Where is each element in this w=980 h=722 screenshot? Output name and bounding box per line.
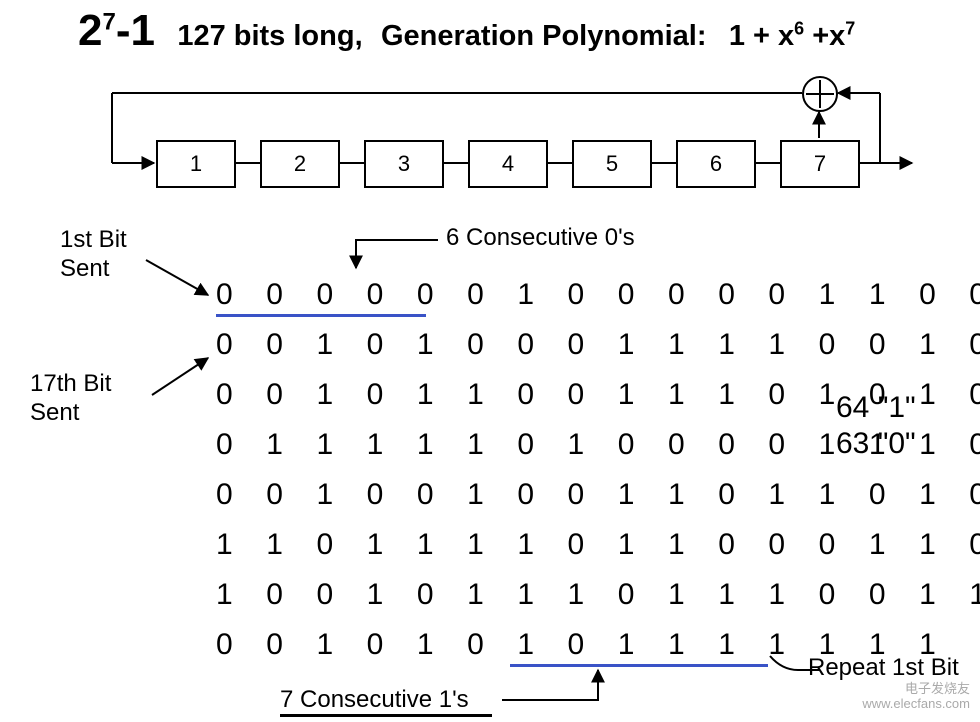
register-6-label: 6 [710, 151, 722, 176]
bit-row-1: 0 0 0 0 0 0 1 0 0 0 0 0 1 1 0 0 [216, 278, 980, 312]
watermark: 电子发烧友 www.elecfans.com [862, 681, 970, 712]
label-zeros-count: 63 "0" [836, 426, 916, 462]
poly-prefix: 1 + x [729, 20, 794, 52]
watermark-url: www.elecfans.com [862, 696, 970, 712]
register-3: 3 [364, 140, 444, 188]
underline-six-zeros [216, 314, 426, 317]
register-7: 7 [780, 140, 860, 188]
underline-seven-ones [510, 664, 768, 667]
poly-pow1: 6 [794, 18, 804, 38]
register-7-label: 7 [814, 151, 826, 176]
title-length: 127 bits long, [177, 20, 362, 52]
title-polynomial: 1 + x6 +x7 [729, 20, 855, 52]
xor-icon [802, 76, 838, 112]
label-first-bit: 1st Bit Sent [60, 226, 127, 284]
diagram-root: 27-1 127 bits long, Generation Polynomia… [0, 0, 980, 722]
title-exponent: 27-1 [78, 6, 155, 56]
title-genpoly-label: Generation Polynomial: [381, 20, 707, 52]
title-power: 7 [102, 8, 115, 35]
bit-row-2: 0 0 1 0 1 0 0 0 1 1 1 1 0 0 1 0 [216, 328, 980, 362]
register-4: 4 [468, 140, 548, 188]
register-2: 2 [260, 140, 340, 188]
title-base: 2 [78, 6, 102, 55]
register-5: 5 [572, 140, 652, 188]
register-1: 1 [156, 140, 236, 188]
bit-row-6: 1 1 0 1 1 1 1 0 1 1 0 0 0 1 1 0 [216, 528, 980, 562]
label-17th-bit: 17th Bit Sent [30, 370, 111, 428]
register-6: 6 [676, 140, 756, 188]
poly-mid: +x [804, 20, 845, 52]
title-minus-one: -1 [116, 6, 155, 55]
register-4-label: 4 [502, 151, 514, 176]
poly-pow2: 7 [845, 18, 855, 38]
label-ones-count: 64 "1" [836, 390, 916, 426]
register-2-label: 2 [294, 151, 306, 176]
bit-row-5: 0 0 1 0 0 1 0 0 1 1 0 1 1 0 1 0 [216, 478, 980, 512]
watermark-site: 电子发烧友 [862, 681, 970, 697]
register-1-label: 1 [190, 151, 202, 176]
register-5-label: 5 [606, 151, 618, 176]
title: 27-1 127 bits long, Generation Polynomia… [78, 6, 960, 56]
label-seven-ones: 7 Consecutive 1's [280, 686, 469, 715]
label-repeat-first-bit: Repeat 1st Bit [808, 654, 959, 683]
label-six-zeros: 6 Consecutive 0's [446, 224, 635, 253]
register-3-label: 3 [398, 151, 410, 176]
bit-row-7: 1 0 0 1 0 1 1 1 0 1 1 1 0 0 1 1 [216, 578, 980, 612]
